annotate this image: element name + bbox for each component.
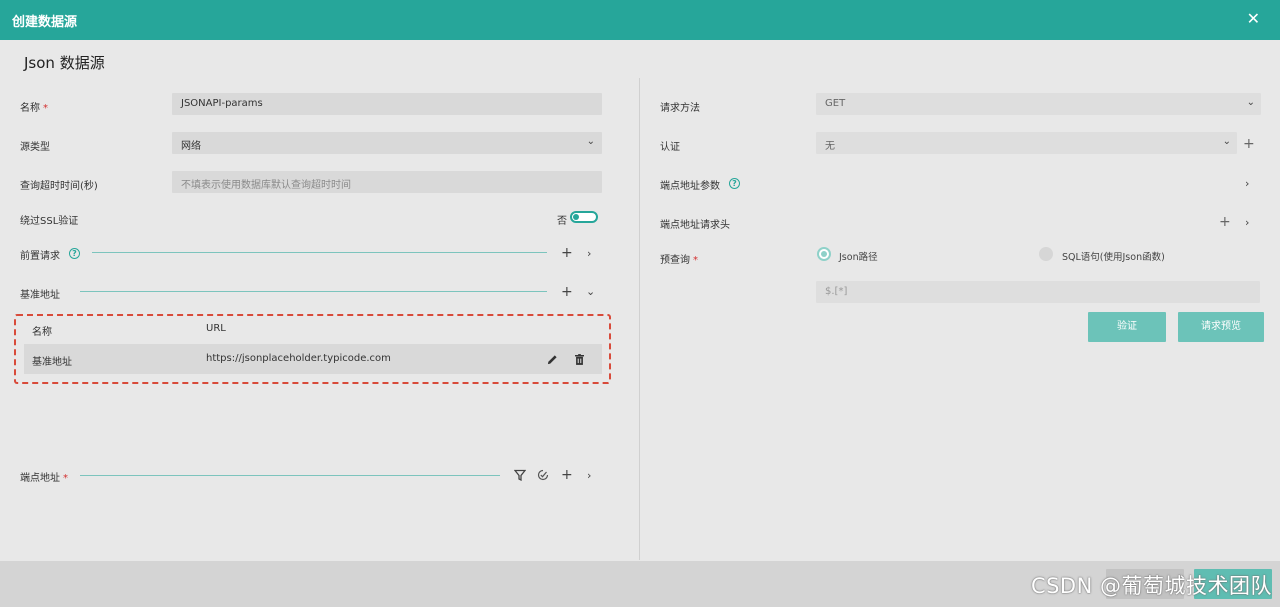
chevron-down-icon: ⌄ — [586, 136, 595, 147]
name-label: 名称 * — [20, 103, 48, 114]
chevron-right-icon[interactable]: › — [587, 469, 591, 483]
dialog-title: 创建数据源 — [12, 15, 78, 30]
row-name: 基准地址 — [32, 357, 72, 368]
table-header-name: 名称 — [32, 327, 52, 338]
timeout-input[interactable]: 不填表示使用数据库默认查询超时时间 — [172, 171, 602, 193]
divider-line — [80, 291, 547, 292]
edit-icon[interactable] — [547, 354, 558, 365]
plus-icon[interactable]: + — [561, 285, 573, 299]
chevron-right-icon[interactable]: › — [1245, 216, 1249, 230]
help-icon[interactable]: ? — [69, 248, 80, 259]
name-input[interactable]: JSONAPI-params — [172, 93, 602, 115]
delete-icon[interactable] — [575, 354, 584, 365]
endpoint-params-label: 端点地址参数 — [660, 181, 720, 192]
request-preview-button[interactable]: 请求预览 — [1178, 312, 1264, 342]
chevron-down-icon: ⌄ — [1246, 97, 1255, 108]
base-url-label: 基准地址 — [20, 290, 60, 301]
table-row[interactable]: 基准地址 https://jsonplaceholder.typicode.co… — [24, 344, 602, 374]
endpoint-label: 端点地址 * — [20, 473, 68, 484]
divider-line — [80, 475, 500, 476]
close-icon[interactable]: ✕ — [1247, 9, 1260, 28]
plus-icon[interactable]: + — [1243, 137, 1255, 151]
radio-sql-label: SQL语句(使用Json函数) — [1062, 252, 1165, 263]
radio-sql[interactable] — [1039, 247, 1053, 261]
radio-json-label: Json路径 — [839, 252, 878, 263]
json-path-input[interactable]: $.[*] — [816, 281, 1260, 303]
watermark: CSDN @葡萄城技术团队 — [1030, 574, 1272, 598]
chevron-right-icon[interactable]: › — [1245, 177, 1249, 191]
base-url-table: 名称 URL 基准地址 https://jsonplaceholder.typi… — [14, 314, 611, 384]
page-title: Json 数据源 — [24, 54, 105, 72]
method-select[interactable]: GET ⌄ — [816, 93, 1261, 115]
method-label: 请求方法 — [660, 103, 700, 114]
help-icon[interactable]: ? — [729, 178, 740, 189]
filter-icon[interactable] — [514, 469, 526, 481]
pre-query-label: 预查询 * — [660, 255, 698, 266]
source-type-value: 网络 — [181, 141, 201, 152]
column-divider — [639, 78, 640, 560]
table-header-url: URL — [206, 323, 226, 334]
ssl-state-text: 否 — [557, 216, 567, 227]
dialog-footer: CSDN @葡萄城技术团队 — [0, 561, 1280, 607]
row-url: https://jsonplaceholder.typicode.com — [206, 353, 391, 364]
dialog-body: Json 数据源 名称 * JSONAPI-params 源类型 网络 ⌄ 查询超… — [0, 40, 1280, 561]
endpoint-headers-label: 端点地址请求头 — [660, 220, 730, 231]
verify-button[interactable]: 验证 — [1088, 312, 1166, 342]
toggle-knob — [573, 214, 579, 220]
plus-icon[interactable]: + — [561, 468, 573, 482]
plus-icon[interactable]: + — [561, 246, 573, 260]
source-type-label: 源类型 — [20, 142, 50, 153]
method-value: GET — [825, 98, 846, 109]
auth-label: 认证 — [660, 142, 680, 153]
auth-value: 无 — [825, 141, 835, 152]
source-type-select[interactable]: 网络 ⌄ — [172, 132, 602, 154]
ssl-toggle[interactable] — [570, 211, 598, 223]
pre-request-label: 前置请求 — [20, 251, 60, 262]
timeout-label: 查询超时时间(秒) — [20, 181, 98, 192]
chevron-down-icon[interactable]: ⌄ — [586, 285, 595, 299]
ssl-label: 绕过SSL验证 — [20, 216, 79, 227]
check-icon[interactable] — [537, 469, 549, 481]
divider-line — [92, 252, 547, 253]
auth-select[interactable]: 无 ⌄ — [816, 132, 1237, 154]
radio-json-path[interactable] — [817, 247, 831, 261]
dialog-titlebar: 创建数据源 ✕ — [0, 0, 1280, 40]
chevron-right-icon[interactable]: › — [587, 247, 591, 261]
plus-icon[interactable]: + — [1219, 215, 1231, 229]
chevron-down-icon: ⌄ — [1222, 136, 1231, 147]
